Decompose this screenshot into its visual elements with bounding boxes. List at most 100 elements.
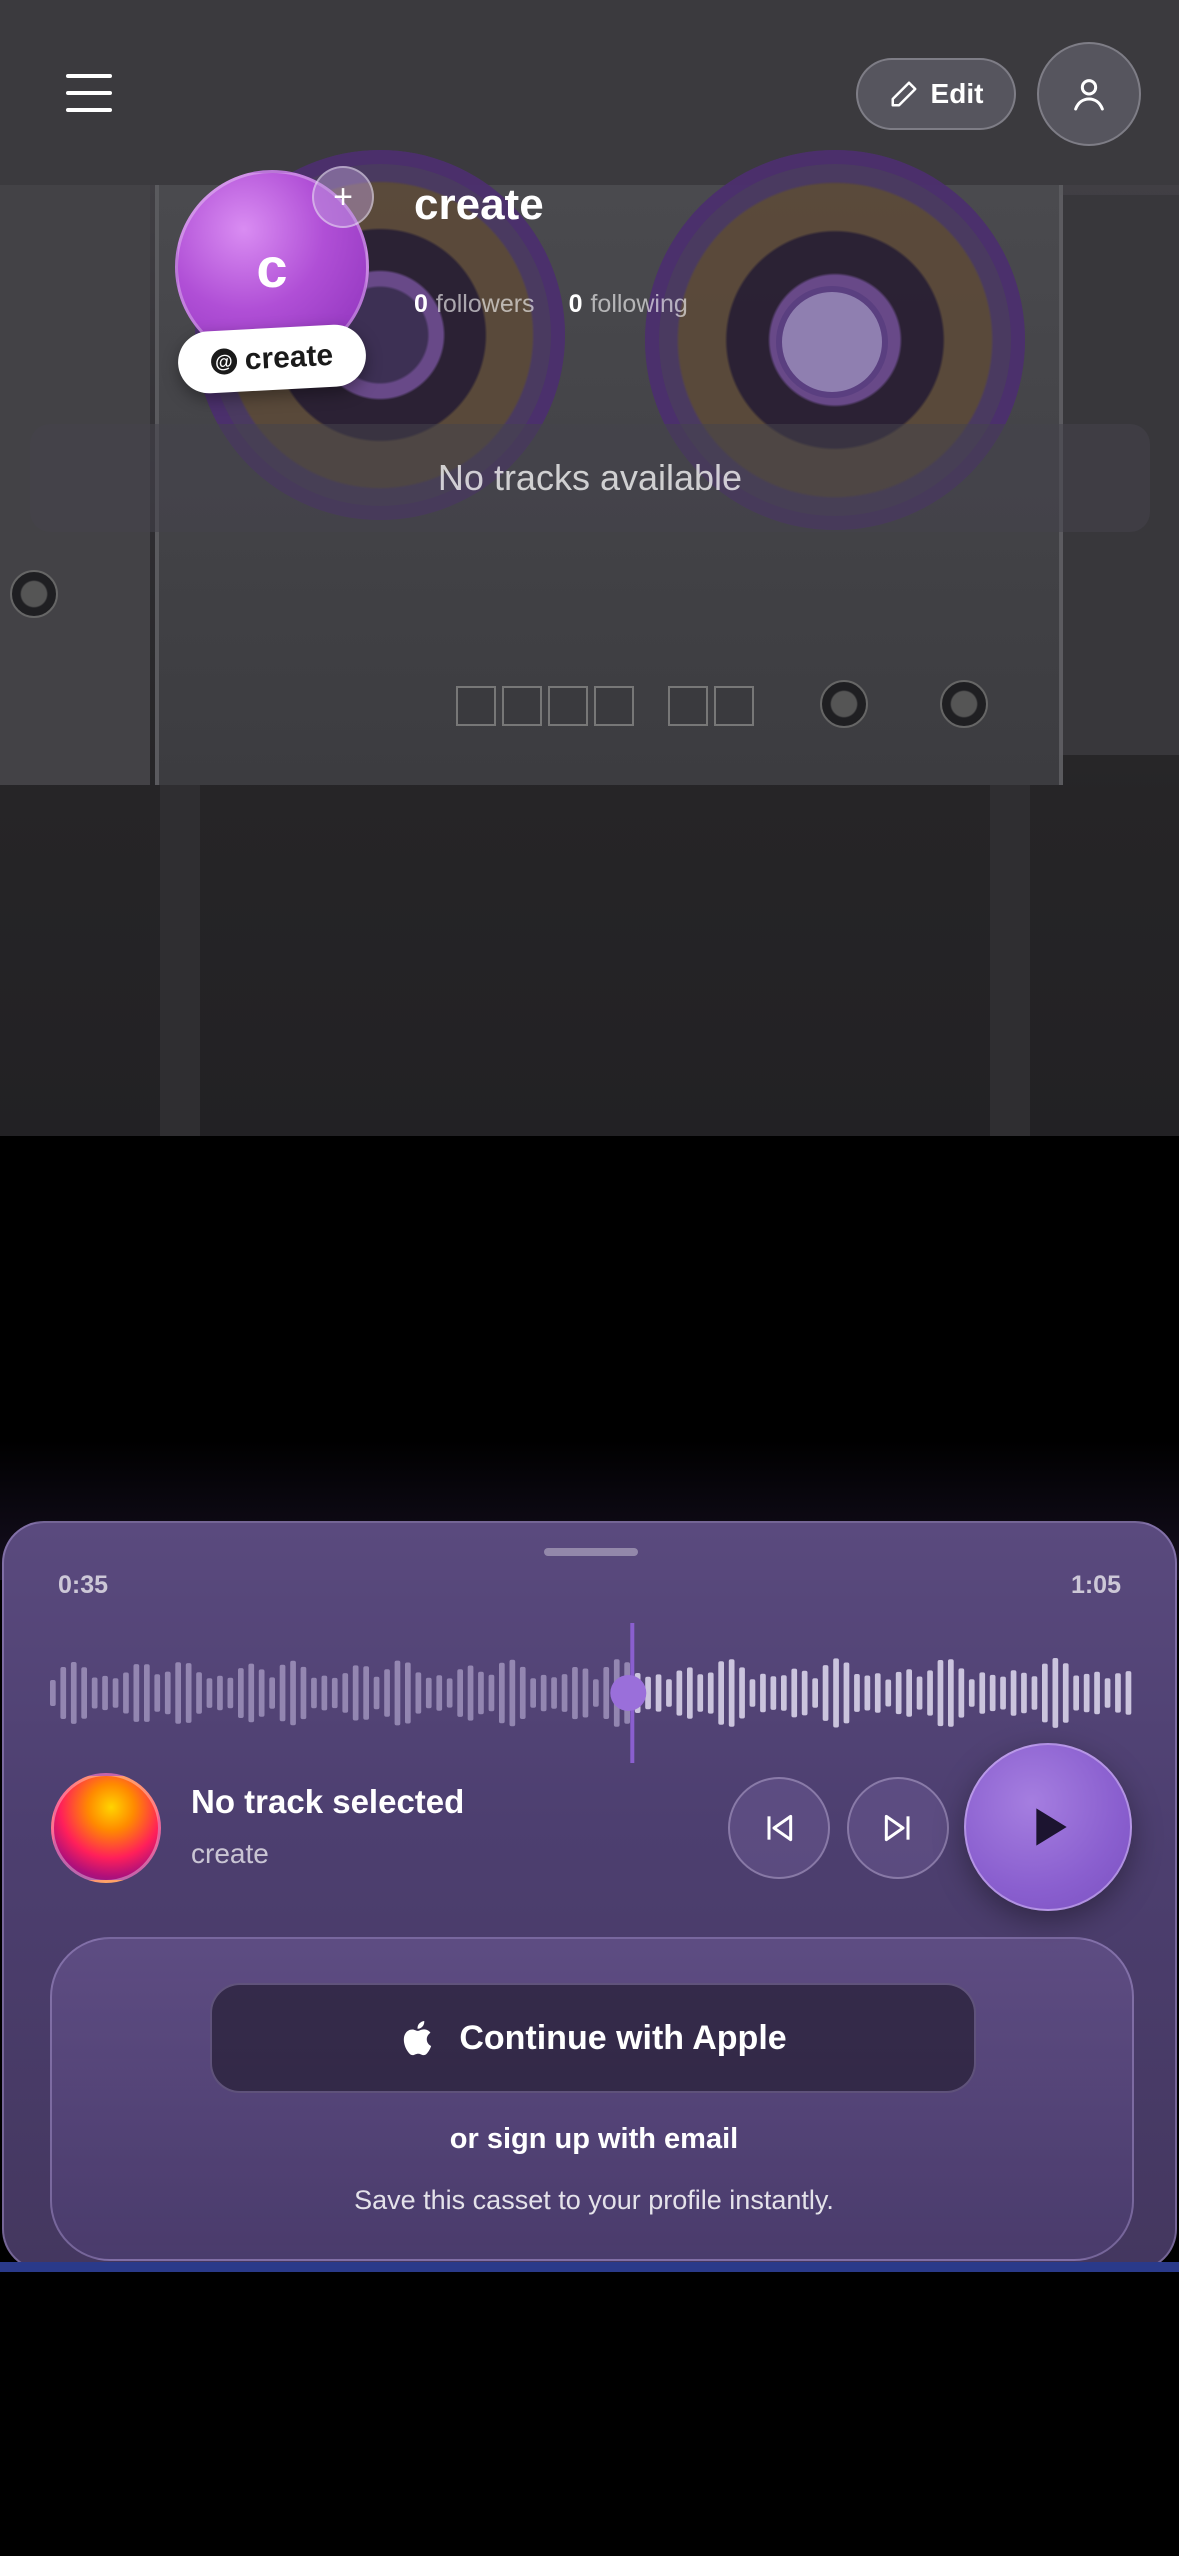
deck-knob xyxy=(940,680,988,728)
waveform-bar xyxy=(405,1662,411,1724)
waveform-bar xyxy=(916,1676,923,1710)
waveform-bar xyxy=(781,1675,787,1711)
avatar-initial: c xyxy=(256,235,288,299)
waveform-bar xyxy=(478,1671,484,1715)
add-avatar-button[interactable]: + xyxy=(312,166,374,228)
waveform-bar xyxy=(227,1677,234,1709)
waveform-bar xyxy=(1042,1663,1048,1723)
waveform-bar xyxy=(864,1675,871,1711)
waveform-bar xyxy=(321,1675,328,1711)
continue-with-apple-button[interactable]: Continue with Apple xyxy=(210,1983,976,2093)
waveform-bar xyxy=(1052,1658,1059,1728)
waveform-bar xyxy=(112,1678,119,1708)
waveform-bar xyxy=(843,1662,850,1724)
playhead-handle[interactable] xyxy=(610,1675,647,1711)
menu-icon-line xyxy=(66,108,112,112)
apple-button-label: Continue with Apple xyxy=(459,2018,787,2057)
waveform-bar xyxy=(436,1675,443,1711)
pencil-icon xyxy=(891,81,917,107)
waveform-bar xyxy=(655,1674,662,1712)
apple-icon xyxy=(404,2021,432,2056)
waveform-bar xyxy=(217,1675,223,1711)
waveform-bar xyxy=(425,1677,432,1709)
signup-subtitle: Save this casset to your profile instant… xyxy=(354,2185,834,2215)
previous-track-button[interactable] xyxy=(728,1777,830,1879)
deck-knob xyxy=(820,680,868,728)
handle-badge: @ create xyxy=(176,323,368,395)
account-button[interactable] xyxy=(1037,42,1141,146)
waveform-bar xyxy=(707,1672,714,1714)
waveform-bar xyxy=(1000,1676,1006,1710)
waveform-bar xyxy=(488,1674,495,1712)
waveform-bar xyxy=(363,1666,369,1720)
waveform-bar xyxy=(311,1677,317,1709)
waveform-bar xyxy=(561,1674,568,1712)
waveform-bar xyxy=(676,1670,683,1716)
waveform-bar xyxy=(906,1669,912,1717)
profile-stats: 0 followers 0 following xyxy=(414,290,688,319)
waveform-bar xyxy=(519,1666,526,1719)
following-stat[interactable]: 0 following xyxy=(569,290,688,319)
waveform-bar xyxy=(666,1679,672,1707)
waveform-bar xyxy=(728,1659,735,1727)
waveform-bar xyxy=(467,1665,474,1721)
waveform-bar xyxy=(1021,1672,1027,1714)
waveform-bar xyxy=(415,1672,422,1714)
play-button[interactable] xyxy=(964,1743,1132,1911)
waveform-bar xyxy=(739,1667,745,1719)
waveform-bar xyxy=(331,1677,338,1709)
signup-email-link[interactable]: or sign up with email xyxy=(52,2123,1136,2156)
waveform-bar xyxy=(509,1659,516,1727)
waveform-bar xyxy=(446,1678,453,1708)
waveform-bar xyxy=(854,1674,860,1712)
waveform-bar xyxy=(248,1663,255,1723)
waveform-bar xyxy=(279,1664,286,1722)
waveform-bar xyxy=(812,1678,818,1708)
handle-text: create xyxy=(243,338,334,377)
waveform-bar xyxy=(968,1679,975,1707)
waveform-scrubber[interactable] xyxy=(48,1623,1134,1763)
waveform-bar xyxy=(1062,1663,1069,1723)
waveform-bar xyxy=(937,1660,944,1727)
waveform-bar xyxy=(989,1674,996,1712)
waveform-bar xyxy=(290,1660,296,1726)
elapsed-time: 0:35 xyxy=(58,1571,109,1599)
menu-icon-line xyxy=(66,91,112,95)
waveform-bar xyxy=(1094,1671,1100,1715)
waveform-bar xyxy=(123,1672,129,1714)
skip-back-icon xyxy=(767,1814,793,1842)
sheet-grabber[interactable] xyxy=(544,1548,638,1556)
waveform-bar xyxy=(1104,1678,1111,1708)
waveform-bar xyxy=(1083,1673,1090,1713)
waveform-bar xyxy=(603,1667,610,1719)
followers-count: 0 xyxy=(414,290,428,318)
player-sheet: 0:35 1:05 No track selected create Conti… xyxy=(2,1521,1177,2271)
waveform-bar xyxy=(979,1672,986,1714)
reel-hub-right xyxy=(776,286,888,398)
waveform-bar xyxy=(572,1667,578,1720)
waveform-bar xyxy=(927,1670,933,1716)
edit-button-label: Edit xyxy=(930,78,984,109)
waveform-bar xyxy=(530,1678,536,1708)
waveform-bar xyxy=(50,1680,56,1706)
waveform-bar xyxy=(81,1667,87,1719)
waveform-bar xyxy=(352,1665,359,1721)
edit-profile-button[interactable]: Edit xyxy=(856,58,1016,130)
deck-knob xyxy=(10,570,58,618)
waveform-bar xyxy=(749,1679,756,1707)
deck-buttons xyxy=(668,686,754,726)
waveform-bar xyxy=(874,1673,881,1713)
waveform-bar xyxy=(1031,1676,1038,1710)
menu-button[interactable] xyxy=(66,74,112,112)
signup-card: Continue with Apple or sign up with emai… xyxy=(50,1937,1134,2261)
following-count: 0 xyxy=(568,290,583,318)
waveform-bar xyxy=(102,1675,108,1711)
deck-leg xyxy=(160,785,200,1136)
waveform-bar xyxy=(384,1669,390,1717)
track-title: No track selected xyxy=(191,1783,465,1820)
followers-stat[interactable]: 0 followers xyxy=(414,290,535,319)
next-track-button[interactable] xyxy=(847,1777,949,1879)
waveform-bar xyxy=(958,1668,965,1718)
waveform-bar xyxy=(885,1679,892,1707)
sheet-bottom-edge xyxy=(0,2262,1179,2272)
